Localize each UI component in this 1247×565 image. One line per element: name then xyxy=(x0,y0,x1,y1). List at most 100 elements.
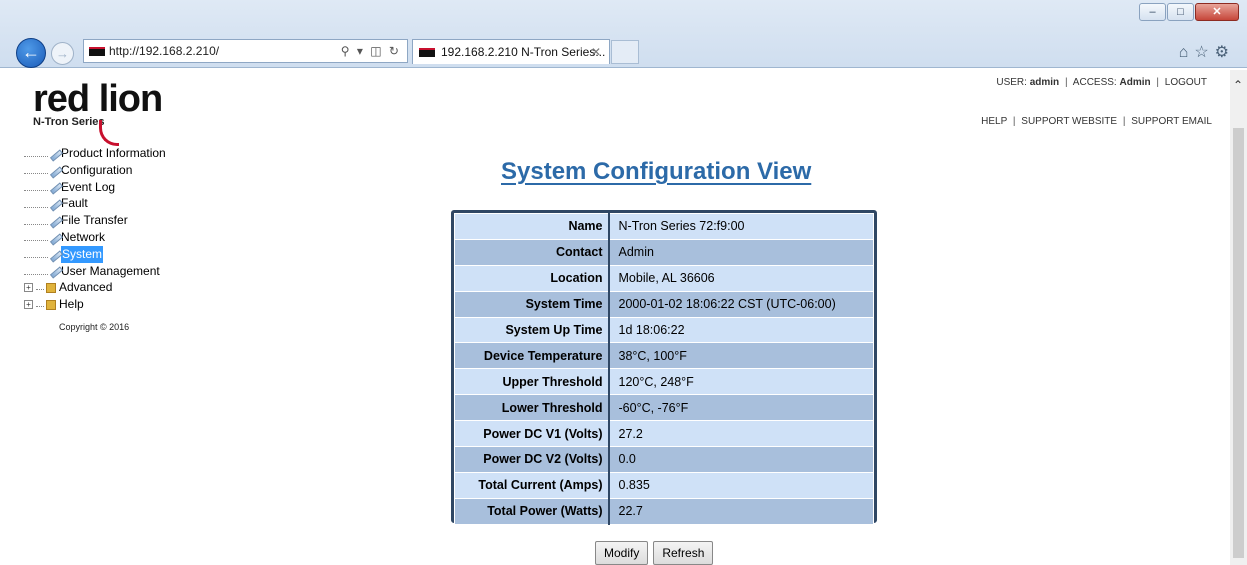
page-icon xyxy=(49,232,61,243)
table-row: System Time 2000-01-02 18:06:22 CST (UTC-… xyxy=(454,290,874,318)
table-row: Total Power (Watts) 22.7 xyxy=(454,497,874,525)
arrow-right-icon: → xyxy=(56,46,69,61)
tab-close-icon[interactable]: ✕ xyxy=(591,40,601,64)
config-key: Name xyxy=(454,213,610,240)
config-key: Contact xyxy=(454,238,610,266)
system-config-table: Name N-Tron Series 72:f9:00 Contact Admin Lo… xyxy=(451,210,877,525)
page-icon xyxy=(49,198,61,209)
nav-item-configuration[interactable]: Configuration xyxy=(24,162,166,179)
config-value: 0.0 xyxy=(608,446,874,473)
config-key: Location xyxy=(454,264,610,292)
config-value: Mobile, AL 36606 xyxy=(608,264,874,292)
config-key: System Time xyxy=(454,290,610,318)
browser-chrome: – □ ✕ ← → http://192.168.2.210/ ⚲ ▾ ◫ ↻ … xyxy=(0,0,1247,68)
nav-item-event-log[interactable]: Event Log xyxy=(24,179,166,196)
table-row: System Up Time 1d 18:06:22 xyxy=(454,316,874,344)
scroll-up-icon[interactable]: ⌃ xyxy=(1233,78,1243,92)
table-row: Lower Threshold -60°C, -76°F xyxy=(454,394,874,422)
page-icon xyxy=(49,148,61,159)
support-links: HELP | SUPPORT WEBSITE | SUPPORT EMAIL xyxy=(981,116,1212,127)
nav-item-file-transfer[interactable]: File Transfer xyxy=(24,212,166,229)
back-button[interactable]: ← xyxy=(16,38,46,68)
tab-title: 192.168.2.210 N-Tron Series... xyxy=(441,45,606,59)
config-key: Power DC V2 (Volts) xyxy=(454,446,610,473)
logo-swoosh-icon xyxy=(99,120,119,146)
help-link[interactable]: HELP xyxy=(981,116,1007,127)
table-row: Device Temperature 38°C, 100°F xyxy=(454,342,874,370)
nav-folder-help[interactable]: + Help xyxy=(24,296,166,313)
config-key: Lower Threshold xyxy=(454,394,610,422)
access-label: ACCESS: xyxy=(1072,77,1117,88)
logo-subtitle: N-Tron Series xyxy=(33,116,105,128)
nav-item-system[interactable]: System xyxy=(24,245,166,263)
config-key: Total Current (Amps) xyxy=(454,471,610,499)
new-tab-button[interactable] xyxy=(611,40,639,64)
config-key: Device Temperature xyxy=(454,342,610,370)
page-icon xyxy=(49,181,61,192)
refresh-button[interactable]: Refresh xyxy=(653,541,714,565)
config-key: Upper Threshold xyxy=(454,368,610,396)
nav-item-user-management[interactable]: User Management xyxy=(24,263,166,280)
config-value: Admin xyxy=(608,238,874,266)
user-label: USER: xyxy=(996,77,1027,88)
page-icon xyxy=(49,215,61,226)
maximize-button[interactable]: □ xyxy=(1167,3,1194,21)
config-value: 120°C, 248°F xyxy=(608,368,874,396)
address-url: http://192.168.2.210/ xyxy=(109,44,220,58)
nav-item-network[interactable]: Network xyxy=(24,229,166,246)
table-row: Name N-Tron Series 72:f9:00 xyxy=(454,213,874,240)
folder-icon xyxy=(46,299,56,310)
nav-item-product-information[interactable]: Product Information xyxy=(24,145,166,162)
config-value: 1d 18:06:22 xyxy=(608,316,874,344)
window-controls: – □ ✕ xyxy=(1139,3,1239,21)
nav-item-fault[interactable]: Fault xyxy=(24,195,166,212)
table-row: Total Current (Amps) 0.835 xyxy=(454,471,874,499)
support-website-link[interactable]: SUPPORT WEBSITE xyxy=(1021,116,1117,127)
search-refresh-icons[interactable]: ⚲ ▾ ◫ ↻ xyxy=(341,40,401,62)
config-value: 22.7 xyxy=(608,497,874,525)
page-title: System Configuration View xyxy=(501,158,812,185)
config-value: 2000-01-02 18:06:22 CST (UTC-06:00) xyxy=(608,290,874,318)
minimize-button[interactable]: – xyxy=(1139,3,1166,21)
table-row: Upper Threshold 120°C, 248°F xyxy=(454,368,874,396)
support-email-link[interactable]: SUPPORT EMAIL xyxy=(1131,116,1212,127)
config-value: 38°C, 100°F xyxy=(608,342,874,370)
site-favicon-icon xyxy=(89,47,105,56)
access-level: Admin xyxy=(1119,77,1151,88)
forward-button[interactable]: → xyxy=(51,42,74,65)
page-scrollbar[interactable]: ⌃ xyxy=(1230,70,1247,565)
nav-tree: Product Information Configuration Event … xyxy=(24,145,166,313)
nav-folder-advanced[interactable]: + Advanced xyxy=(24,279,166,296)
table-row: Contact Admin xyxy=(454,238,874,266)
copyright-text: Copyright © 2016 xyxy=(59,322,130,332)
config-key: Total Power (Watts) xyxy=(454,497,610,525)
address-bar[interactable]: http://192.168.2.210/ ⚲ ▾ ◫ ↻ xyxy=(83,39,408,63)
logout-link[interactable]: LOGOUT xyxy=(1165,77,1207,88)
table-row: Location Mobile, AL 36606 xyxy=(454,264,874,292)
config-key: System Up Time xyxy=(454,316,610,344)
config-value: N-Tron Series 72:f9:00 xyxy=(608,213,874,240)
browser-tab[interactable]: 192.168.2.210 N-Tron Series... ✕ xyxy=(412,39,610,64)
config-value: 27.2 xyxy=(608,420,874,448)
favorites-star-icon[interactable]: ☆ xyxy=(1194,44,1214,61)
page-icon xyxy=(49,265,61,276)
expand-plus-icon[interactable]: + xyxy=(24,300,33,310)
logo-brand: red lion xyxy=(33,78,163,120)
config-value: 0.835 xyxy=(608,471,874,499)
expand-plus-icon[interactable]: + xyxy=(24,283,33,293)
page-icon xyxy=(49,249,61,260)
user-status-bar: USER: admin | ACCESS: Admin | LOGOUT xyxy=(996,77,1207,88)
close-window-button[interactable]: ✕ xyxy=(1195,3,1239,21)
modify-button[interactable]: Modify xyxy=(595,541,649,565)
config-key: Power DC V1 (Volts) xyxy=(454,420,610,448)
tab-favicon-icon xyxy=(419,48,435,57)
page-icon xyxy=(49,165,61,176)
red-lion-logo: red lion N-Tron Series xyxy=(33,78,173,146)
scroll-thumb[interactable] xyxy=(1233,128,1244,558)
user-name: admin xyxy=(1029,77,1060,88)
home-icon[interactable]: ⌂ xyxy=(1179,44,1195,61)
action-buttons: Modify Refresh xyxy=(595,541,714,565)
gear-icon[interactable]: ⚙ xyxy=(1215,44,1235,61)
arrow-left-icon: ← xyxy=(22,42,40,62)
table-row: Power DC V1 (Volts) 27.2 xyxy=(454,420,874,448)
